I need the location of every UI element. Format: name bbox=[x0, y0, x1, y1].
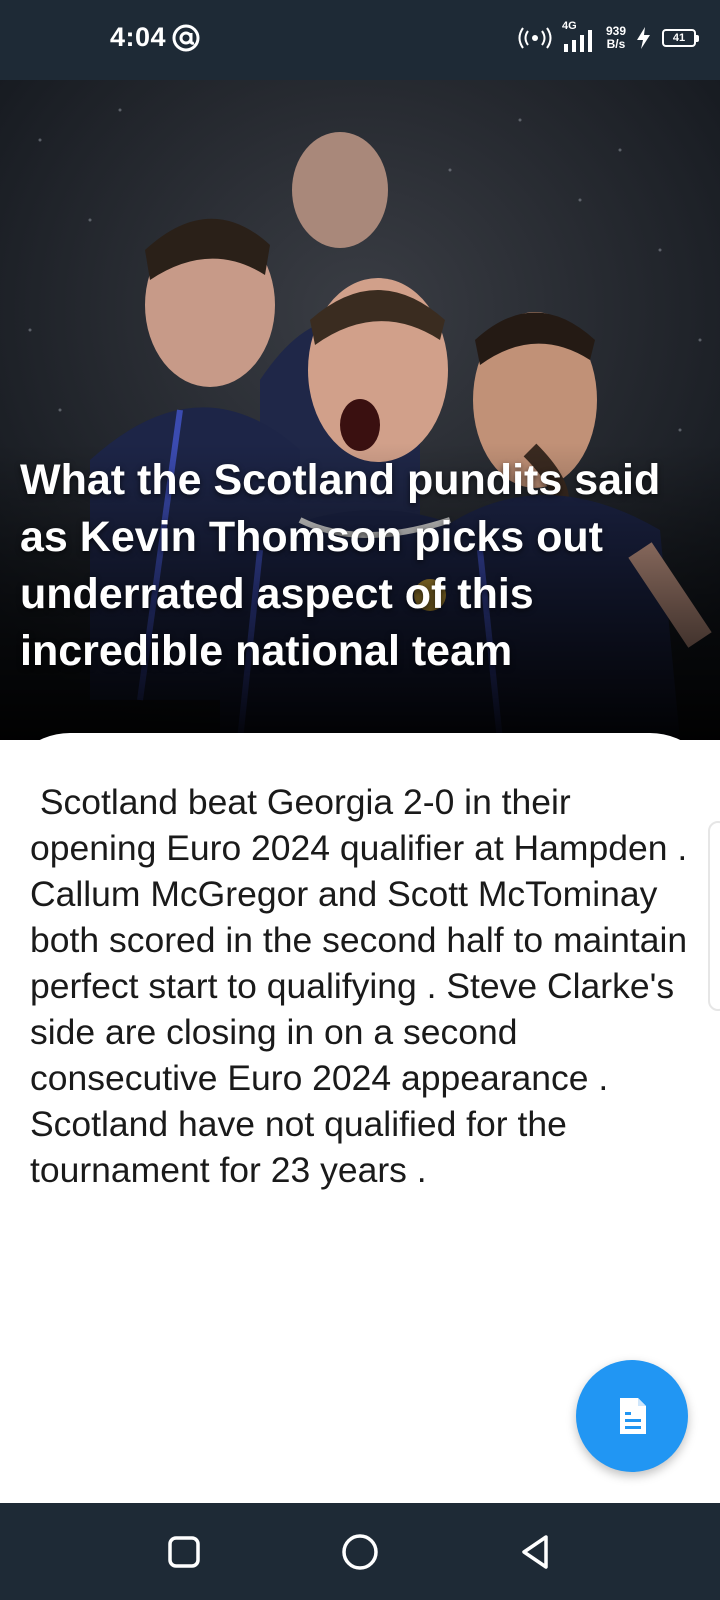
at-sign-icon bbox=[172, 24, 200, 52]
document-icon bbox=[620, 1398, 646, 1434]
recents-button[interactable] bbox=[160, 1528, 208, 1576]
status-time: 4:04 bbox=[110, 22, 167, 52]
edge-panel-handle[interactable] bbox=[708, 821, 720, 1011]
article-hero: What the Scotland pundits said as Kevin … bbox=[0, 80, 720, 740]
cellular-signal: 4G bbox=[562, 20, 596, 54]
network-speed: 939 B/s bbox=[606, 25, 626, 51]
battery-icon: 41 bbox=[662, 29, 699, 47]
home-button[interactable] bbox=[336, 1528, 384, 1576]
back-triangle-icon bbox=[522, 1535, 548, 1569]
network-speed-unit: B/s bbox=[606, 37, 626, 51]
article-summary: Scotland beat Georgia 2-0 in their openi… bbox=[30, 782, 698, 1190]
signal-icon bbox=[563, 30, 592, 52]
document-fab-button[interactable] bbox=[576, 1360, 688, 1472]
back-button[interactable] bbox=[512, 1528, 560, 1576]
hotspot-icon bbox=[518, 27, 552, 49]
recents-square-icon bbox=[168, 1536, 200, 1568]
home-circle-icon bbox=[342, 1534, 378, 1570]
status-icons: 4G 939 B/s 41 bbox=[518, 18, 699, 58]
system-nav-bar bbox=[0, 1503, 720, 1600]
article-headline: What the Scotland pundits said as Kevin … bbox=[20, 456, 661, 675]
charging-bolt-icon bbox=[637, 27, 650, 49]
battery-level: 41 bbox=[672, 32, 686, 44]
status-bar: 4:04 4G 939 B/s 41 bbox=[0, 0, 720, 80]
